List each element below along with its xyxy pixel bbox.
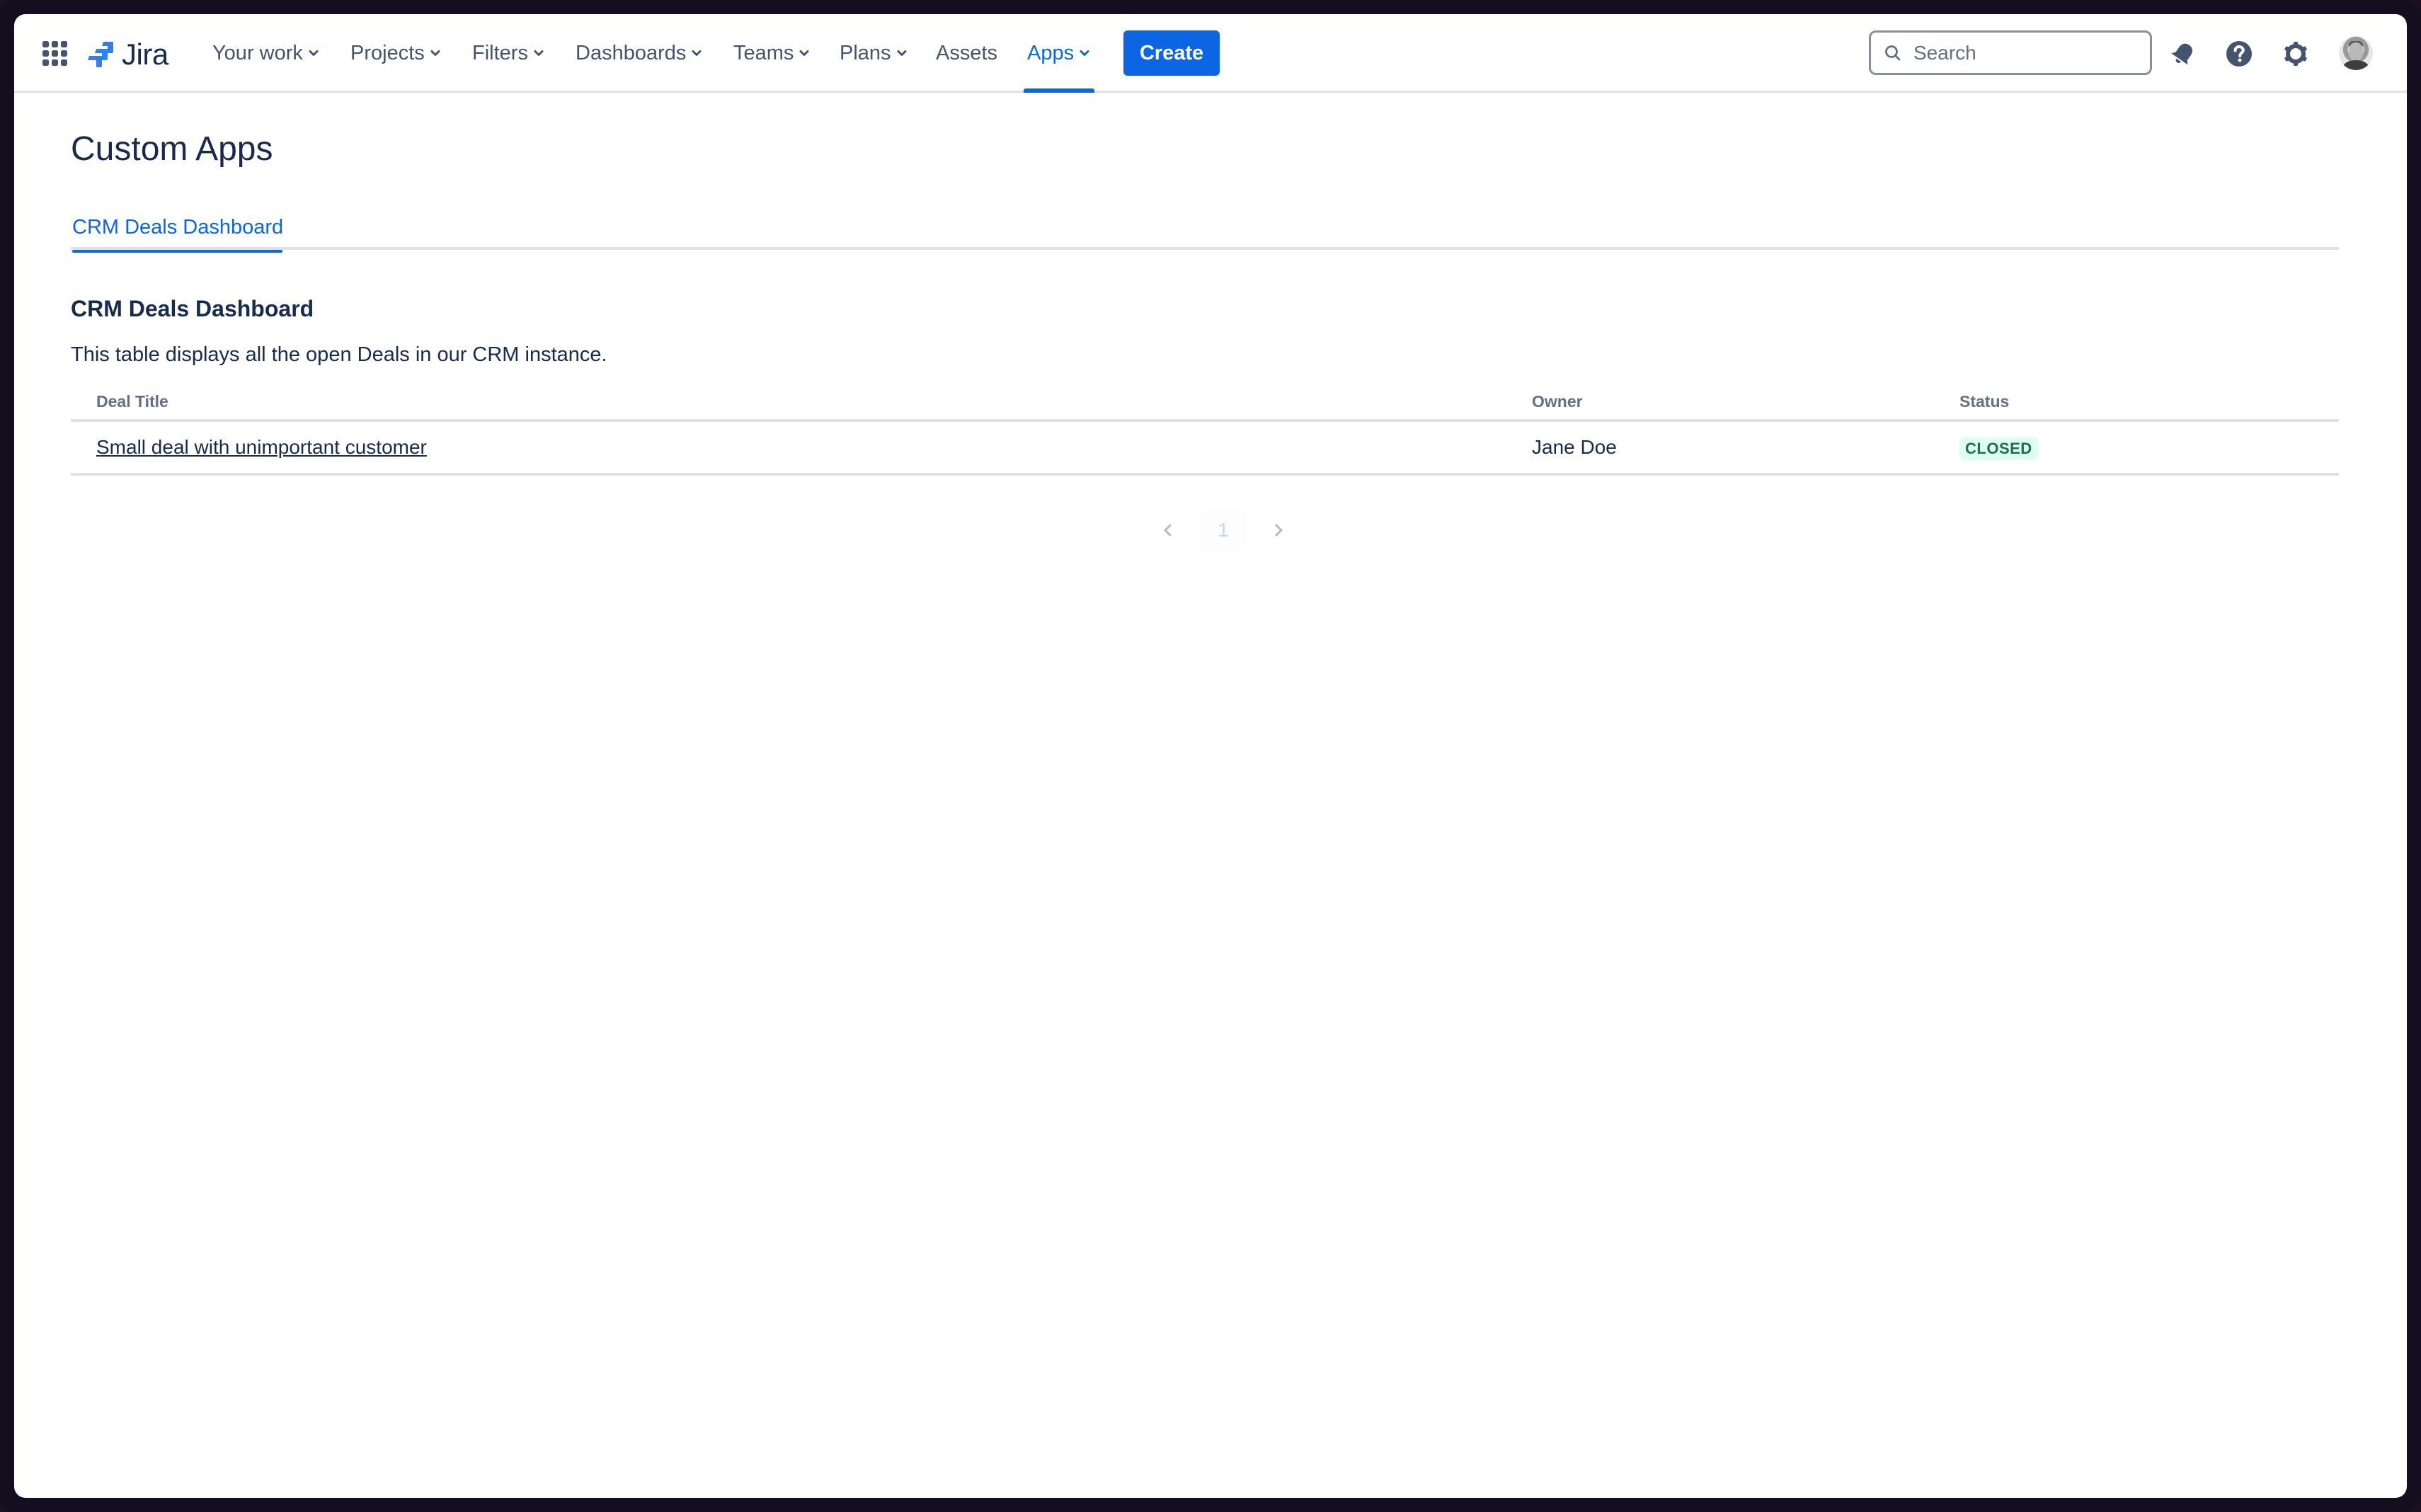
nav-dashboards[interactable]: Dashboards [576,37,703,69]
avatar-face [2349,42,2363,61]
nav-assets-label: Assets [936,41,998,64]
nav-apps-active-indicator [1024,88,1094,93]
chevron-left-icon [1164,524,1172,537]
column-header-owner[interactable]: Owner [1532,391,1583,412]
nav-apps[interactable]: Apps [1027,37,1091,69]
column-header-status[interactable]: Status [1959,391,2009,412]
nav-your-work[interactable]: Your work [212,37,320,69]
nav-projects[interactable]: Projects [350,37,442,69]
nav-projects-label: Projects [350,41,425,64]
owner-cell: Jane Doe [1532,436,1617,458]
dashboard-description: This table displays all the open Deals i… [71,343,607,366]
app-switcher-grid-icon[interactable] [42,41,68,67]
user-avatar[interactable] [2339,36,2373,70]
search-field[interactable] [1869,30,2152,75]
search-input[interactable] [1913,41,2140,64]
notifications-button[interactable] [2166,37,2200,71]
status-badge: CLOSED [1959,437,2038,460]
nav-filters-label: Filters [472,41,528,64]
dashboard-heading: CRM Deals Dashboard [71,296,314,321]
nav-plans-label: Plans [840,41,891,64]
search-icon [1885,45,1901,60]
page-number-button[interactable]: 1 [1201,509,1246,551]
deal-title-link[interactable]: Small deal with unimportant customer [96,436,427,458]
tab-label: CRM Deals Dashboard [72,216,284,239]
chevron-down-icon [799,50,809,56]
next-page-button[interactable] [1264,509,1293,551]
chevron-down-icon [897,50,907,56]
table-header: Deal Title Owner Status [71,382,2339,422]
nav-teams[interactable]: Teams [733,37,811,69]
column-header-deal-title[interactable]: Deal Title [96,391,168,412]
avatar-body [2343,60,2369,70]
browser-window: Jira Your work Projects Filters Dashboar… [14,14,2407,1498]
chevron-down-icon [1080,50,1089,56]
top-navigation: Jira Your work Projects Filters Dashboar… [14,14,2407,93]
help-button[interactable] [2222,37,2256,71]
nav-teams-label: Teams [733,41,794,64]
chevron-down-icon [534,50,544,56]
settings-gear-icon [2284,42,2307,66]
tab-active-indicator [72,250,282,253]
tab-list: CRM Deals Dashboard [71,210,2339,253]
create-button[interactable]: Create [1123,30,1220,76]
table-row: Small deal with unimportant customer Jan… [71,422,2339,476]
nav-assets[interactable]: Assets [936,37,997,69]
help-icon [2226,41,2252,67]
nav-filters[interactable]: Filters [472,37,545,69]
nav-your-work-label: Your work [212,41,303,64]
jira-logo-icon [88,42,113,67]
chevron-down-icon [309,50,319,56]
jira-logo[interactable]: Jira [86,38,168,71]
notifications-bell-icon [2171,43,2192,65]
chevron-down-icon [692,50,702,56]
tab-crm-deals-dashboard[interactable]: CRM Deals Dashboard [72,210,284,253]
window-frame: Jira Your work Projects Filters Dashboar… [0,0,2421,1512]
deals-table: Deal Title Owner Status Small deal with … [71,382,2339,476]
chevron-right-icon [1275,524,1283,537]
nav-apps-label: Apps [1027,41,1075,64]
chevron-down-icon [430,50,440,56]
nav-dashboards-label: Dashboards [576,41,687,64]
settings-button[interactable] [2279,37,2313,71]
jira-logo-text: Jira [122,38,168,71]
deal-title-cell: Small deal with unimportant customer [96,435,427,460]
page-title: Custom Apps [71,130,273,168]
nav-plans[interactable]: Plans [840,37,908,69]
previous-page-button[interactable] [1154,509,1182,551]
pagination: 1 [1154,509,1293,551]
